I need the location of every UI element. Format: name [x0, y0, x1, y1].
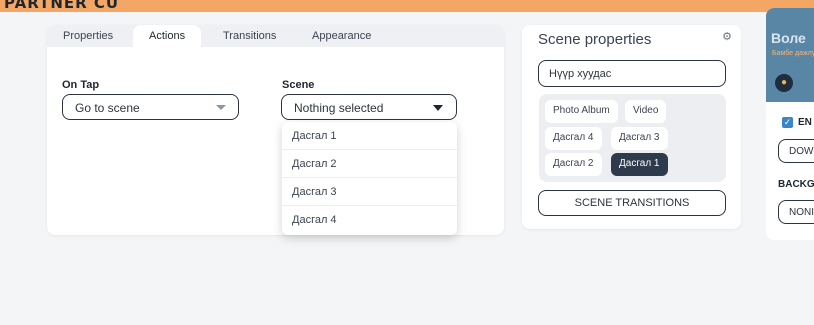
tab-bar: Properties Actions Transitions Appearanc… — [47, 25, 504, 47]
scene-thumbnail[interactable]: Воле Бамбе дажлуу ● — [766, 8, 814, 102]
tab-appearance[interactable]: Appearance — [312, 30, 371, 42]
scene-list: Photo Album Video Дасгал 4 Дасгал 3 Дасг… — [539, 94, 726, 182]
on-tap-select[interactable]: Go to scene — [62, 94, 239, 120]
scene-option[interactable]: Дасгал 3 — [282, 178, 457, 206]
scene-label: Scene — [282, 79, 315, 91]
background-label: BACKG — [778, 179, 814, 190]
thumbnail-subtitle: Бамбе дажлуу — [772, 50, 814, 57]
tab-properties[interactable]: Properties — [63, 30, 113, 42]
scene-name-value: Нүүр хуудас — [549, 68, 612, 80]
scene-chip-3[interactable]: Дасгал 3 — [611, 127, 668, 150]
scene-value: Nothing selected — [294, 101, 384, 115]
on-tap-label: On Tap — [62, 79, 100, 91]
thumbnail-title: Воле — [771, 30, 806, 46]
gear-icon[interactable]: ⚙ — [720, 30, 734, 44]
scene-chip-4[interactable]: Дасгал 4 — [545, 127, 602, 150]
scene-chip-photo-album[interactable]: Photo Album — [545, 100, 618, 123]
background-select[interactable]: NONI — [778, 200, 814, 224]
tab-actions[interactable]: Actions — [133, 25, 202, 47]
enable-label: EN — [798, 117, 812, 128]
scene-name-input[interactable]: Нүүр хуудас — [538, 60, 726, 87]
badge-icon: ● — [775, 74, 793, 92]
scene-transitions-button[interactable]: SCENE TRANSITIONS — [538, 190, 726, 216]
scene-properties-title: Scene properties — [538, 31, 652, 48]
tab-transitions[interactable]: Transitions — [223, 30, 276, 42]
scene-chip-2[interactable]: Дасгал 2 — [545, 153, 602, 176]
scene-chip-1[interactable]: Дасгал 1 — [611, 153, 668, 176]
top-banner: PARTNER CU — [0, 0, 814, 12]
chevron-down-icon — [216, 105, 226, 110]
scene-chip-video[interactable]: Video — [625, 100, 667, 123]
scene-select[interactable]: Nothing selected — [281, 94, 457, 120]
enable-checkbox[interactable]: ✓ — [782, 117, 793, 128]
scene-dropdown: Дасгал 1 Дасгал 2 Дасгал 3 Дасгал 4 — [282, 122, 457, 235]
chevron-down-icon — [433, 105, 443, 111]
scene-option[interactable]: Дасгал 4 — [282, 206, 457, 234]
scene-option[interactable]: Дасгал 1 — [282, 122, 457, 150]
download-button[interactable]: DOW — [778, 139, 814, 163]
scene-option[interactable]: Дасгал 2 — [282, 150, 457, 178]
on-tap-value: Go to scene — [75, 101, 140, 115]
banner-text: PARTNER CU — [4, 0, 120, 12]
